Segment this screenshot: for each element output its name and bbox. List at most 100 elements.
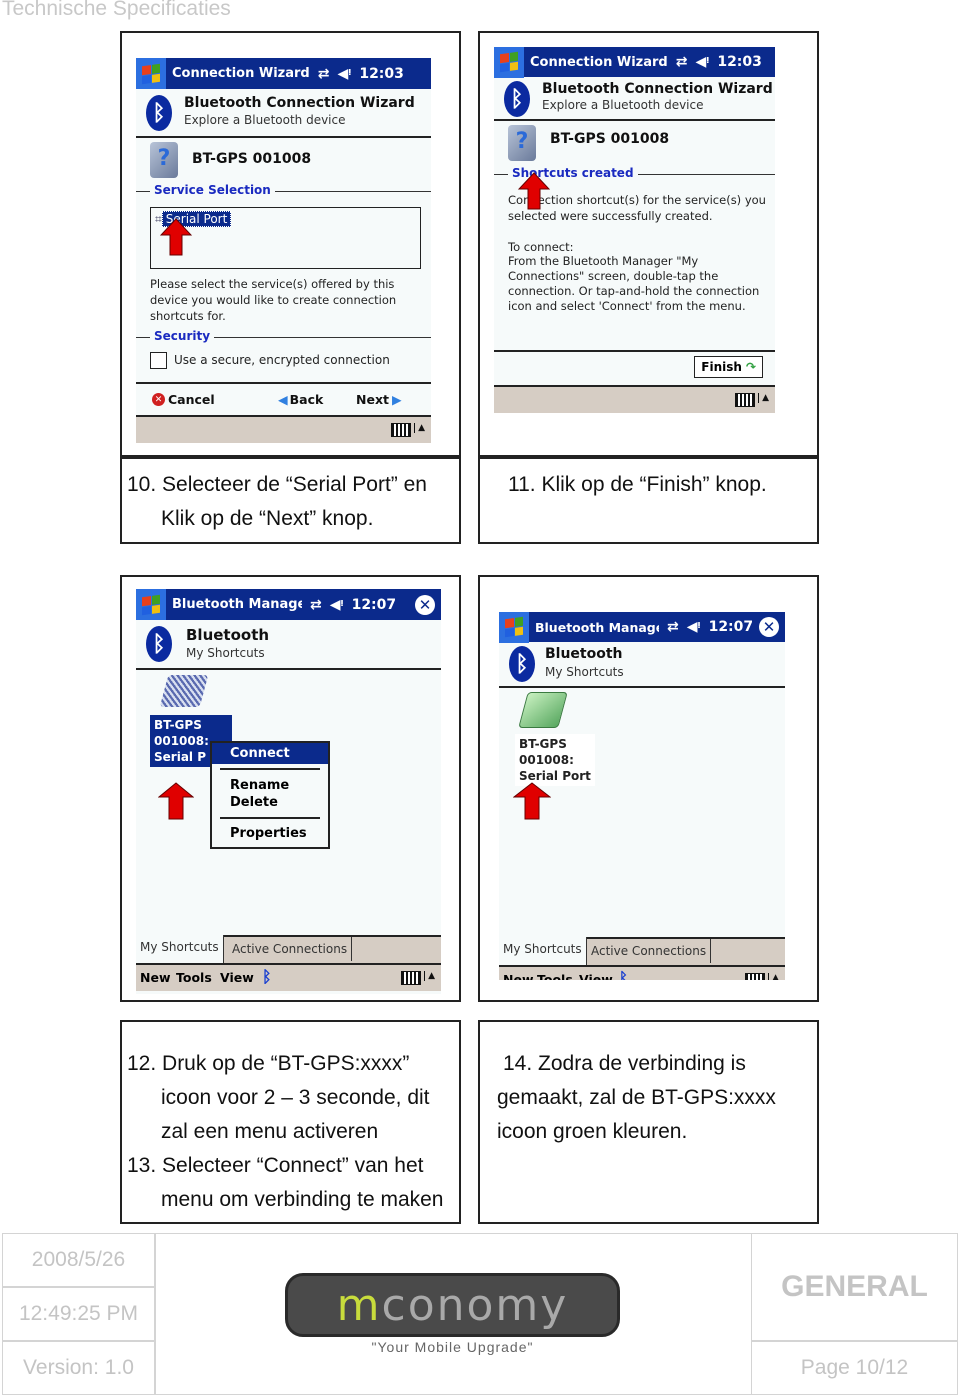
window-title: Connection Wizard xyxy=(530,54,668,70)
caption-line: Klik op de “Next” knop. xyxy=(161,507,374,530)
keyboard-icon[interactable] xyxy=(401,971,421,985)
menu-item-delete[interactable]: Delete xyxy=(212,794,328,813)
volume-icon[interactable]: ◀ᵎ xyxy=(695,54,709,70)
mconomy-logo: m conomy xyxy=(285,1273,620,1337)
caption-line: 14. Zodra de verbinding is xyxy=(503,1052,746,1075)
serial-connector-icon[interactable] xyxy=(159,675,209,707)
caption-line: 12. Druk op de “BT-GPS:xxxx” xyxy=(127,1052,410,1075)
sip-toggle-icon[interactable]: ▲ xyxy=(768,973,779,980)
menu-item-properties[interactable]: Properties xyxy=(212,823,328,847)
menu-tools[interactable]: Tools xyxy=(537,972,573,980)
cancel-button[interactable]: ✕ Cancel xyxy=(152,392,215,407)
secure-connection-checkbox[interactable] xyxy=(150,352,167,369)
menu-item-rename[interactable]: Rename xyxy=(212,774,328,794)
close-icon[interactable]: ✕ xyxy=(759,617,779,637)
menu-view[interactable]: View xyxy=(220,970,254,985)
connectivity-icon[interactable]: ⇄ xyxy=(676,54,688,70)
windows-flag-icon xyxy=(142,594,160,615)
red-arrow-pointer-icon xyxy=(518,172,550,210)
logo-accent-letter: m xyxy=(336,1279,382,1331)
page-footer: 2008/5/26 12:49:25 PM Version: 1.0 m cono… xyxy=(0,1233,960,1395)
title-bar: Bluetooth Manage ⇄ ◀ᵎ 12:07 ✕ xyxy=(136,589,441,620)
bluetooth-icon: ᛒ xyxy=(146,95,172,131)
menu-new[interactable]: New xyxy=(503,972,534,980)
app-header: ᛒ Bluetooth My Shortcuts xyxy=(499,642,785,688)
tab-active-connections[interactable]: Active Connections xyxy=(228,937,353,961)
keyboard-icon[interactable] xyxy=(745,973,765,980)
keyboard-icon[interactable] xyxy=(735,393,755,407)
tab-my-shortcuts[interactable]: My Shortcuts xyxy=(136,935,224,963)
windows-flag-icon xyxy=(142,63,160,84)
red-arrow-pointer-icon xyxy=(158,782,194,820)
app-title: Bluetooth xyxy=(545,646,623,662)
menu-view[interactable]: View xyxy=(579,972,613,980)
connectivity-icon[interactable]: ⇄ xyxy=(318,66,330,82)
bluetooth-tray-icon[interactable]: ᛒ xyxy=(619,969,628,980)
group-label: Security xyxy=(150,329,215,343)
shortcut-label[interactable]: BT-GPS 001008: Serial Port xyxy=(515,734,595,786)
device-name: BT-GPS 001008 xyxy=(192,151,312,167)
caption-line: 11. Klik op de “Finish” knop. xyxy=(508,473,767,496)
keyboard-icon[interactable] xyxy=(391,423,411,437)
app-subtitle: My Shortcuts xyxy=(545,665,624,679)
caption-step-11: 11. Klik op de “Finish” knop. xyxy=(478,457,819,544)
clock[interactable]: 12:03 xyxy=(717,54,762,70)
command-bar: ✕ Cancel ◀ Back Next ▶ xyxy=(136,382,431,418)
cancel-icon: ✕ xyxy=(152,393,165,406)
shortcut-line: BT-GPS xyxy=(519,737,567,751)
screenshot-frame-step-10: Connection Wizard ⇄ ◀ᵎ 12:03 ᛒ Bluetooth… xyxy=(120,31,461,457)
clock[interactable]: 12:03 xyxy=(359,66,404,82)
caption-step-14: 14. Zodra de verbinding is gemaakt, zal … xyxy=(478,1020,819,1224)
logo-tagline: "Your Mobile Upgrade" xyxy=(371,1339,534,1355)
red-arrow-pointer-icon xyxy=(160,218,192,256)
window-title: Connection Wizard xyxy=(172,66,310,81)
menu-separator xyxy=(220,768,320,770)
volume-icon[interactable]: ◀ᵎ xyxy=(330,597,344,613)
tab-active-connections[interactable]: Active Connections xyxy=(587,939,712,963)
start-button[interactable] xyxy=(494,47,524,78)
menu-item-connect[interactable]: Connect xyxy=(212,743,328,764)
caption-steps-12-13: 12. Druk op de “BT-GPS:xxxx” icoon voor … xyxy=(120,1020,461,1224)
caption-line: gemaakt, zal de BT-GPS:xxxx xyxy=(497,1086,776,1109)
group-label: Service Selection xyxy=(150,183,275,197)
next-label: Next xyxy=(356,392,389,407)
menu-tools[interactable]: Tools xyxy=(176,970,212,985)
app-title: Bluetooth Connection Wizard xyxy=(542,81,773,97)
title-bar: Bluetooth Manage ⇄ ◀ᵎ 12:07 ✕ xyxy=(499,612,785,643)
tab-my-shortcuts[interactable]: My Shortcuts xyxy=(499,937,587,965)
bluetooth-tray-icon[interactable]: ᛒ xyxy=(262,967,272,986)
clock[interactable]: 12:07 xyxy=(352,597,397,613)
next-button[interactable]: Next ▶ xyxy=(356,392,402,407)
pocketpc-screen-bluetooth-manager-menu: Bluetooth Manage ⇄ ◀ᵎ 12:07 ✕ ᛒ Bluetoot… xyxy=(136,589,441,994)
to-connect-text: From the Bluetooth Manager "My Connectio… xyxy=(508,254,760,313)
close-icon[interactable]: ✕ xyxy=(415,594,435,615)
serial-connector-connected-icon[interactable] xyxy=(518,692,568,728)
volume-icon[interactable]: ◀ᵎ xyxy=(687,619,701,635)
app-header: ᛒ Bluetooth Connection Wizard Explore a … xyxy=(494,77,775,121)
volume-icon[interactable]: ◀ᵎ xyxy=(337,66,351,82)
menu-new[interactable]: New xyxy=(140,970,171,985)
connectivity-icon[interactable]: ⇄ xyxy=(667,619,679,635)
pocketpc-screen-shortcuts-created: Connection Wizard ⇄ ◀ᵎ 12:03 ᛒ Bluetooth… xyxy=(494,47,775,413)
sip-toggle-icon[interactable]: ▲ xyxy=(424,971,435,981)
document-header: Technische Specificaties xyxy=(2,0,231,20)
context-menu: Connect Rename Delete Properties xyxy=(210,741,330,849)
pocketpc-screen-connection-wizard-services: Connection Wizard ⇄ ◀ᵎ 12:03 ᛒ Bluetooth… xyxy=(136,58,431,443)
back-button[interactable]: ◀ Back xyxy=(278,392,323,407)
tab-strip: My Shortcuts Active Connections xyxy=(499,937,785,965)
back-label: Back xyxy=(289,392,324,407)
finish-arrow-icon: ↷ xyxy=(745,360,756,374)
footer-time: 12:49:25 PM xyxy=(2,1287,155,1341)
sip-toggle-icon[interactable]: ▲ xyxy=(414,423,425,433)
screenshot-frame-step-11: Connection Wizard ⇄ ◀ᵎ 12:03 ᛒ Bluetooth… xyxy=(478,31,819,457)
start-button[interactable] xyxy=(136,589,166,620)
menu-bar: New Tools View ᛒ ▲ xyxy=(499,965,785,980)
sip-toggle-icon[interactable]: ▲ xyxy=(758,393,769,403)
input-panel-bar: ▲ xyxy=(494,385,775,413)
title-bar: Connection Wizard ⇄ ◀ᵎ 12:03 xyxy=(494,47,775,78)
start-button[interactable] xyxy=(499,612,529,643)
finish-button[interactable]: Finish ↷ xyxy=(694,356,763,378)
clock[interactable]: 12:07 xyxy=(709,619,754,635)
connectivity-icon[interactable]: ⇄ xyxy=(310,597,322,613)
start-button[interactable] xyxy=(136,58,166,89)
